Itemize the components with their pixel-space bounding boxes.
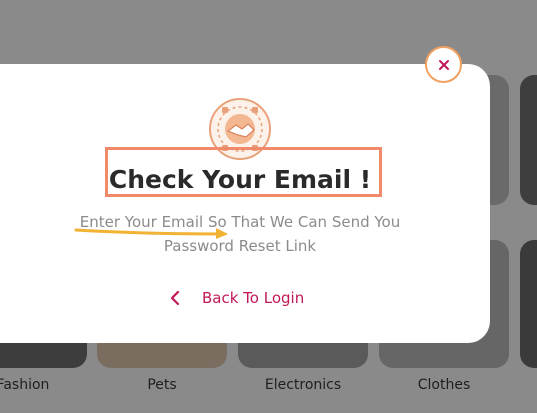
category-tile-top-5[interactable]	[520, 75, 537, 205]
category-label-fashion[interactable]: Fashion	[0, 377, 88, 393]
category-tile-bottom-5[interactable]	[520, 240, 537, 368]
category-label-electronics[interactable]: Electronics	[238, 377, 368, 393]
close-button[interactable]	[425, 46, 462, 83]
chevron-left-icon	[170, 289, 184, 307]
category-label-pets[interactable]: Pets	[97, 377, 227, 393]
annotation-arrow-icon	[74, 228, 228, 239]
category-label-clothes[interactable]: Clothes	[379, 377, 509, 393]
back-to-login-link[interactable]: Back To Login	[170, 289, 304, 307]
close-icon	[438, 59, 449, 70]
back-to-login-label[interactable]: Back To Login	[202, 289, 304, 307]
modal-title: Check Your Email !	[108, 165, 372, 194]
